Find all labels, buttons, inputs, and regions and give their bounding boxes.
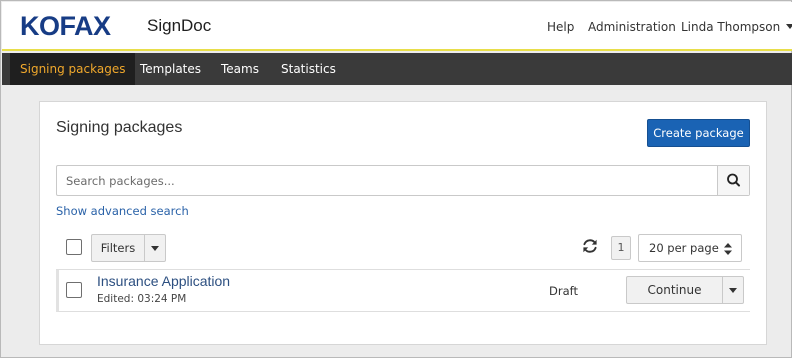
app-window: KOFAX SignDoc Help Administration Linda … <box>0 0 792 358</box>
chevron-down-icon <box>151 246 159 251</box>
continue-button[interactable]: Continue <box>627 277 722 303</box>
search-button[interactable] <box>717 166 749 195</box>
user-menu-dropdown[interactable]: Linda Thompson <box>681 20 792 34</box>
kofax-logo[interactable]: KOFAX <box>20 11 135 41</box>
continue-split-button: Continue <box>626 276 744 304</box>
package-status: Draft <box>549 284 578 298</box>
package-title[interactable]: Insurance Application <box>97 273 230 289</box>
filters-dropdown-toggle[interactable] <box>144 235 165 261</box>
create-package-button[interactable]: Create package <box>647 119 750 147</box>
filters-button[interactable]: Filters <box>92 235 144 261</box>
refresh-icon[interactable] <box>581 237 599 255</box>
nav-statistics[interactable]: Statistics <box>271 53 346 85</box>
nav-templates[interactable]: Templates <box>130 53 211 85</box>
user-name: Linda Thompson <box>681 20 781 34</box>
page-title: Signing packages <box>56 119 183 136</box>
continue-dropdown-toggle[interactable] <box>722 277 743 303</box>
per-page-select[interactable]: 20 per page <box>638 234 742 262</box>
package-list-item: Insurance Application Edited: 03:24 PM D… <box>56 270 750 312</box>
app-name: SignDoc <box>147 16 212 35</box>
search-input[interactable] <box>57 166 717 195</box>
package-checkbox[interactable] <box>66 282 82 298</box>
nav-signing-packages[interactable]: Signing packages <box>10 53 136 85</box>
chevron-down-icon <box>786 24 792 29</box>
select-arrows-icon <box>724 243 732 255</box>
page-number[interactable]: 1 <box>611 236 631 260</box>
chevron-down-icon <box>729 288 737 293</box>
search-bar <box>56 165 750 196</box>
svg-text:KOFAX: KOFAX <box>20 11 111 41</box>
administration-link[interactable]: Administration <box>588 20 676 34</box>
package-edited-time: Edited: 03:24 PM <box>97 293 187 305</box>
select-all-checkbox[interactable] <box>66 239 82 255</box>
nav-teams[interactable]: Teams <box>211 53 269 85</box>
advanced-search-link[interactable]: Show advanced search <box>56 204 189 218</box>
help-link[interactable]: Help <box>547 20 574 34</box>
search-icon <box>727 173 740 187</box>
per-page-value: 20 per page <box>649 241 719 255</box>
top-header: KOFAX SignDoc Help Administration Linda … <box>2 2 792 51</box>
main-navbar: Signing packages Templates Teams Statist… <box>2 53 792 85</box>
filters-split-button: Filters <box>91 234 166 262</box>
signing-packages-panel: Signing packages Create package Show adv… <box>39 101 767 345</box>
